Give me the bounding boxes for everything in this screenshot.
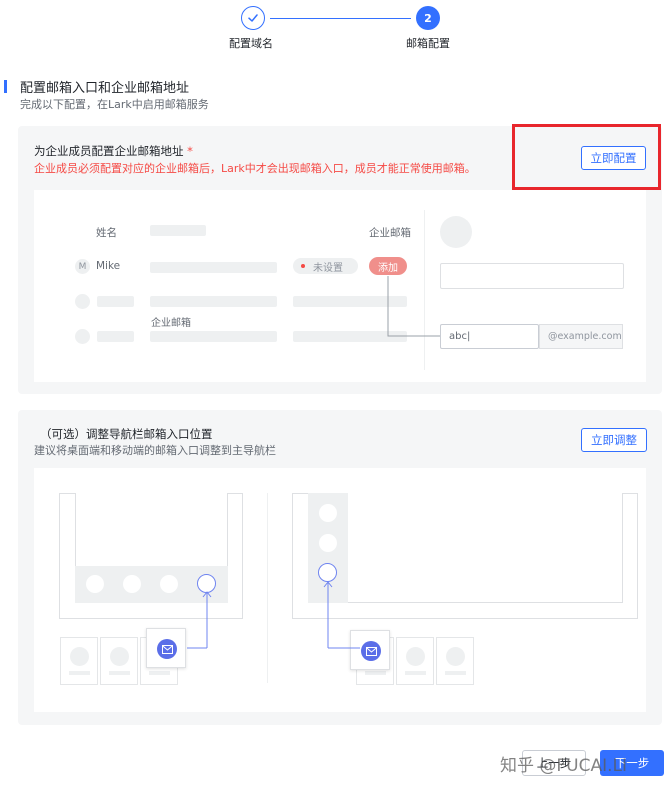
placeholder-bar bbox=[97, 296, 134, 307]
placeholder-bar bbox=[150, 262, 277, 273]
member-avatar: M bbox=[75, 259, 90, 274]
placeholder-avatar-large bbox=[440, 216, 472, 248]
column-email-label: 企业邮箱 bbox=[369, 227, 411, 239]
placeholder-bar bbox=[150, 296, 277, 307]
placeholder-bar bbox=[150, 225, 206, 236]
column-name-label: 姓名 bbox=[96, 227, 117, 239]
step-2-indicator: 2 bbox=[416, 6, 440, 30]
page-title: 配置邮箱入口和企业邮箱地址 bbox=[20, 81, 190, 96]
step-1-done-indicator bbox=[241, 6, 265, 30]
mail-icon bbox=[157, 639, 177, 659]
placeholder-bar bbox=[97, 331, 134, 342]
move-arrow-icon bbox=[187, 591, 212, 649]
address-illustration: 姓名 企业邮箱 企业邮箱 bbox=[34, 190, 646, 382]
status-dot-icon bbox=[301, 264, 305, 268]
step-connector bbox=[270, 18, 411, 19]
illustration-divider bbox=[267, 493, 268, 683]
next-step-button[interactable]: 下一步 bbox=[600, 750, 664, 776]
nav-card-illustration bbox=[436, 637, 474, 685]
nav-section-description: 建议将桌面端和移动端的邮箱入口调整到主导航栏 bbox=[34, 444, 276, 457]
tab-placeholder-icon bbox=[123, 575, 141, 593]
tab-placeholder-icon bbox=[86, 575, 104, 593]
sidebar-placeholder-icon bbox=[319, 504, 337, 522]
adjust-now-button[interactable]: 立即调整 bbox=[581, 428, 647, 452]
status-badge-unset: 未设置 bbox=[293, 258, 358, 274]
previous-step-button[interactable]: 上一步 bbox=[522, 750, 586, 776]
placeholder-input bbox=[440, 263, 624, 289]
nav-section-title: （可选）调整导航栏邮箱入口位置 bbox=[40, 427, 213, 441]
sidebar-placeholder-icon bbox=[319, 534, 337, 552]
step-2-number: 2 bbox=[424, 11, 432, 25]
step-2-label: 邮箱配置 bbox=[406, 37, 450, 50]
member-name: Mike bbox=[96, 260, 121, 272]
placeholder-avatar bbox=[75, 329, 90, 344]
required-mark: * bbox=[187, 144, 193, 158]
highlight-box bbox=[512, 124, 661, 190]
nav-card-illustration bbox=[396, 637, 434, 685]
check-icon bbox=[248, 14, 258, 22]
email-prefix-input: abc| bbox=[440, 324, 539, 349]
connector-arrow-icon bbox=[387, 276, 440, 337]
nav-card-illustration bbox=[60, 637, 98, 685]
email-domain-suffix: @example.com bbox=[539, 324, 623, 349]
step-1-label[interactable]: 配置域名 bbox=[229, 35, 273, 51]
address-section-title: 为企业成员配置企业邮箱地址 * bbox=[34, 144, 193, 158]
email-field-label: 企业邮箱 bbox=[151, 318, 191, 329]
move-arrow-icon bbox=[323, 581, 360, 649]
placeholder-avatar bbox=[75, 294, 90, 309]
page-subtitle: 完成以下配置，在Lark中启用邮箱服务 bbox=[20, 98, 209, 111]
nav-card-illustration bbox=[100, 637, 138, 685]
title-accent-bar bbox=[4, 80, 7, 93]
address-section-warning: 企业成员必须配置对应的企业邮箱后，Lark中才会出现邮箱入口，成员才能正常使用邮… bbox=[34, 162, 476, 175]
placeholder-bar bbox=[150, 331, 277, 342]
